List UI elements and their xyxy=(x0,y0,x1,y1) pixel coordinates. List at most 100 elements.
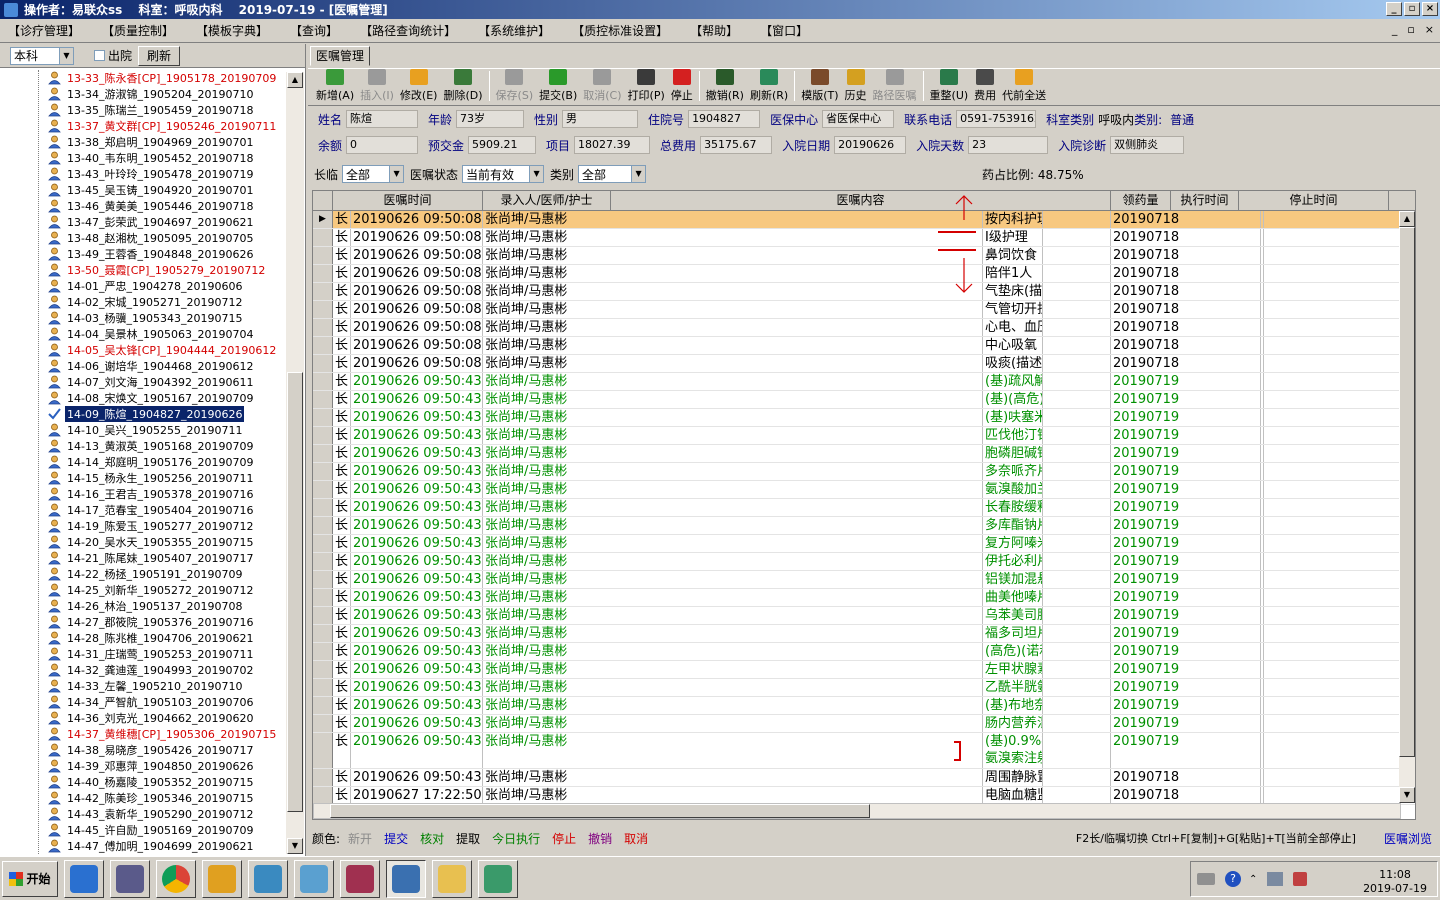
table-row[interactable]: 长20190626 09:50:08张尚坤/马惠彬中心吸氧 qd 16小时 [呼… xyxy=(313,337,1415,355)
patient-item[interactable]: 14-32_龚迪莲_1904993_20190702 xyxy=(0,662,286,678)
taskbar-button[interactable] xyxy=(110,859,150,898)
scroll-down-icon[interactable]: ▼ xyxy=(287,838,303,854)
patient-item[interactable]: 14-05_吴太锋[CP]_1904444_20190612 xyxy=(0,342,286,358)
restore-button[interactable]: ▫ xyxy=(1404,2,1420,16)
table-row[interactable]: 长20190626 09:50:43张尚坤/马惠彬乙酰半胱氨酸溶液(吸入用)[3… xyxy=(313,679,1415,697)
table-row[interactable]: 长20190626 09:50:08张尚坤/马惠彬心电、血压、血氧饱和度监测(描… xyxy=(313,319,1415,337)
toolbar-button-0[interactable]: 新增(A) xyxy=(316,69,354,105)
taskbar-button[interactable] xyxy=(64,859,104,898)
toolbar-button-1[interactable]: 插入(I) xyxy=(360,69,394,105)
patient-item[interactable]: 14-42_陈美珍_1905346_20190715 xyxy=(0,790,286,806)
table-row[interactable]: 长20190626 09:50:43张尚坤/马惠彬(基)(高危)地高辛片(可力)… xyxy=(313,391,1415,409)
table-row[interactable]: 长20190626 09:50:43张尚坤/马惠彬长春胺缓释胶囊(奥勃兰)[30… xyxy=(313,499,1415,517)
table-row[interactable]: 长20190626 09:50:43张尚坤/马惠彬肠内营养混悬液(TP-MCT)… xyxy=(313,715,1415,733)
taskbar-button[interactable] xyxy=(248,859,288,898)
column-header[interactable]: 领药量 xyxy=(1111,191,1171,210)
toolbar-button-8[interactable]: 停止 xyxy=(671,69,693,105)
table-row[interactable]: 长20190626 09:50:08张尚坤/马惠彬气垫床(描述) [呼吸内科] 2… xyxy=(313,283,1415,301)
scroll-thumb[interactable] xyxy=(1399,227,1415,757)
table-row[interactable]: 长20190626 09:50:08张尚坤/马惠彬吸痰(描述) p.r.n [呼… xyxy=(313,355,1415,373)
taskbar-button[interactable] xyxy=(340,859,380,898)
column-header[interactable]: 执行时间 xyxy=(1171,191,1239,210)
table-row[interactable]: 长20190626 09:50:43张尚坤/马惠彬周围静脉置管护理 qd [呼吸… xyxy=(313,769,1415,787)
table-row[interactable]: 长20190626 09:50:43张尚坤/马惠彬(基)0.9%氯化钠注射液(软… xyxy=(313,733,1415,769)
patient-item[interactable]: 13-43_叶玲玲_1905478_20190719 xyxy=(0,166,286,182)
menu-clinical[interactable]: 【诊疗管理】 xyxy=(8,22,80,39)
table-row[interactable]: 长20190626 09:50:08张尚坤/马惠彬Ⅰ级护理 [呼吸内科] 2019… xyxy=(313,229,1415,247)
start-button[interactable]: 开始 xyxy=(2,860,58,897)
toolbar-button-5[interactable]: 提交(B) xyxy=(539,69,577,105)
table-row[interactable]: 长20190626 09:50:43张尚坤/马惠彬(高危)(诺和锐30特充)门冬… xyxy=(313,643,1415,661)
patient-item[interactable]: 14-07_刘文海_1904392_20190611 xyxy=(0,374,286,390)
patient-item[interactable]: 14-31_庄瑞莺_1905253_20190711 xyxy=(0,646,286,662)
mdi-minimize-button[interactable]: _ xyxy=(1392,23,1398,36)
hscroll-thumb[interactable] xyxy=(330,804,870,818)
table-row[interactable]: 长20190626 09:50:08张尚坤/马惠彬陪伴1人 [呼吸内科] 2019… xyxy=(313,265,1415,283)
menu-templates[interactable]: 【模板字典】 xyxy=(196,22,268,39)
patient-item[interactable]: 14-36_刘克光_1904662_20190620 xyxy=(0,710,286,726)
table-row[interactable]: 长20190626 09:50:43张尚坤/马惠彬多奈哌齐片(诺冲)[5mg*1… xyxy=(313,463,1415,481)
type-select[interactable]: 全部 ▼ xyxy=(578,165,647,183)
patient-item[interactable]: 13-34_游淑锦_1905204_20190710 xyxy=(0,86,286,102)
patient-item[interactable]: 14-22_杨拯_1905191_20190709 xyxy=(0,566,286,582)
taskbar-button[interactable] xyxy=(432,859,472,898)
patient-item[interactable]: 14-47_傅加明_1904699_20190621 xyxy=(0,838,286,854)
patient-item[interactable]: 14-28_陈兆椎_1904706_20190621 xyxy=(0,630,286,646)
patient-item[interactable]: 13-40_韦东明_1905452_20190718 xyxy=(0,150,286,166)
table-row[interactable]: 长20190626 09:50:43张尚坤/马惠彬曲美他嗪片(幸孚)[20mg*… xyxy=(313,589,1415,607)
toolbar-button-3[interactable]: 删除(D) xyxy=(443,69,483,105)
table-row[interactable]: 长20190626 09:50:08张尚坤/马惠彬气管切开护理(描述) [呼吸内… xyxy=(313,301,1415,319)
scope-select[interactable]: 本科 ▼ xyxy=(10,46,74,65)
patient-item[interactable]: 14-14_郑庭明_1905176_20190709 xyxy=(0,454,286,470)
table-row[interactable]: ▶长20190626 09:50:08张尚坤/马惠彬按内科护理常规(描述) [呼… xyxy=(313,211,1415,229)
patient-item[interactable]: 13-35_陈瑞兰_1905459_20190718 xyxy=(0,102,286,118)
table-row[interactable]: 长20190626 09:50:43张尚坤/马惠彬(基)呋塞米片(速尿)[20m… xyxy=(313,409,1415,427)
patient-item[interactable]: 14-39_邓惠萍_1904850_20190626 xyxy=(0,758,286,774)
close-button[interactable]: × xyxy=(1422,2,1438,16)
toolbar-button-12[interactable]: 历史 xyxy=(845,69,867,105)
taskbar-button[interactable] xyxy=(294,859,334,898)
table-row[interactable]: 长20190626 09:50:43张尚坤/马惠彬伊托必利片(为力苏)[50mg… xyxy=(313,553,1415,571)
help-icon[interactable]: ? xyxy=(1225,871,1241,887)
table-row[interactable]: 长20190626 09:50:43张尚坤/马惠彬氨溴酸加兰他敏分散片[5mg*… xyxy=(313,481,1415,499)
grid-hscrollbar[interactable] xyxy=(313,803,1401,819)
menu-qc-standard[interactable]: 【质控标准设置】 xyxy=(572,22,668,39)
mdi-restore-button[interactable]: ▫ xyxy=(1407,23,1414,36)
patient-item[interactable]: 14-04_吴景林_1905063_20190704 xyxy=(0,326,286,342)
table-row[interactable]: 长20190626 09:50:43张尚坤/马惠彬乌苯美司胶囊(百士欣)[30m… xyxy=(313,607,1415,625)
order-status-select[interactable]: 当前有效 ▼ xyxy=(462,165,545,183)
patient-item[interactable]: 14-43_袁新华_1905290_20190712 xyxy=(0,806,286,822)
patient-item[interactable]: 14-06_谢培华_1904468_20190612 xyxy=(0,358,286,374)
toolbar-button-15[interactable]: 费用 xyxy=(974,69,996,105)
taskbar-button[interactable] xyxy=(478,859,518,898)
patient-item[interactable]: 13-37_黄文群[CP]_1905246_20190711 xyxy=(0,118,286,134)
toolbar-button-2[interactable]: 修改(E) xyxy=(400,69,437,105)
scroll-thumb[interactable] xyxy=(287,372,303,812)
patient-item[interactable]: 14-09_陈煊_1904827_20190626 xyxy=(0,406,286,422)
refresh-button[interactable]: 刷新 xyxy=(138,45,181,66)
patient-item[interactable]: 14-33_左馨_1905210_20190710 xyxy=(0,678,286,694)
patient-scrollbar[interactable]: ▲ ▼ xyxy=(286,72,304,854)
table-row[interactable]: 长20190626 09:50:43张尚坤/马惠彬(基)布地奈德雾化混悬液(普米… xyxy=(313,697,1415,715)
table-row[interactable]: 长20190626 09:50:08张尚坤/马惠彬鼻饲饮食 [呼吸内科] 2019… xyxy=(313,247,1415,265)
table-row[interactable]: 长20190626 09:50:43张尚坤/马惠彬铝镁加混悬液(安达)[15ml… xyxy=(313,571,1415,589)
discharge-checkbox[interactable]: 出院 xyxy=(94,47,132,64)
patient-item[interactable]: 14-20_吴水天_1905355_20190715 xyxy=(0,534,286,550)
patient-item[interactable]: 14-15_杨永生_1905256_20190711 xyxy=(0,470,286,486)
clock[interactable]: 11:08 2019-07-19 xyxy=(1363,868,1427,896)
order-browse-link[interactable]: 医嘱浏览 xyxy=(1384,830,1432,847)
taskbar-button[interactable] xyxy=(386,859,426,898)
patient-item[interactable]: 14-19_陈爱玉_1905277_20190712 xyxy=(0,518,286,534)
patient-item[interactable]: 13-48_赵湘枕_1905095_20190705 xyxy=(0,230,286,246)
patient-item[interactable]: 14-02_宋城_1905271_20190712 xyxy=(0,294,286,310)
patient-item[interactable]: 13-33_陈永香[CP]_1905178_20190709 xyxy=(0,70,286,86)
patient-item[interactable]: 14-34_严智航_1905103_20190706 xyxy=(0,694,286,710)
patient-item[interactable]: 14-37_黄维穗[CP]_1905306_20190715 xyxy=(0,726,286,742)
taskbar-button[interactable] xyxy=(156,859,196,898)
table-row[interactable]: 长20190626 09:50:43张尚坤/马惠彬(基)疏风解毒胶囊[0.52g… xyxy=(313,373,1415,391)
toolbar-button-7[interactable]: 打印(P) xyxy=(628,69,665,105)
network-icon[interactable] xyxy=(1267,872,1284,886)
patient-item[interactable]: 14-10_吴兴_1905255_20190711 xyxy=(0,422,286,438)
toolbar-button-9[interactable]: 撤销(R) xyxy=(706,69,744,105)
tab-order-management[interactable]: 医嘱管理 xyxy=(310,46,370,66)
